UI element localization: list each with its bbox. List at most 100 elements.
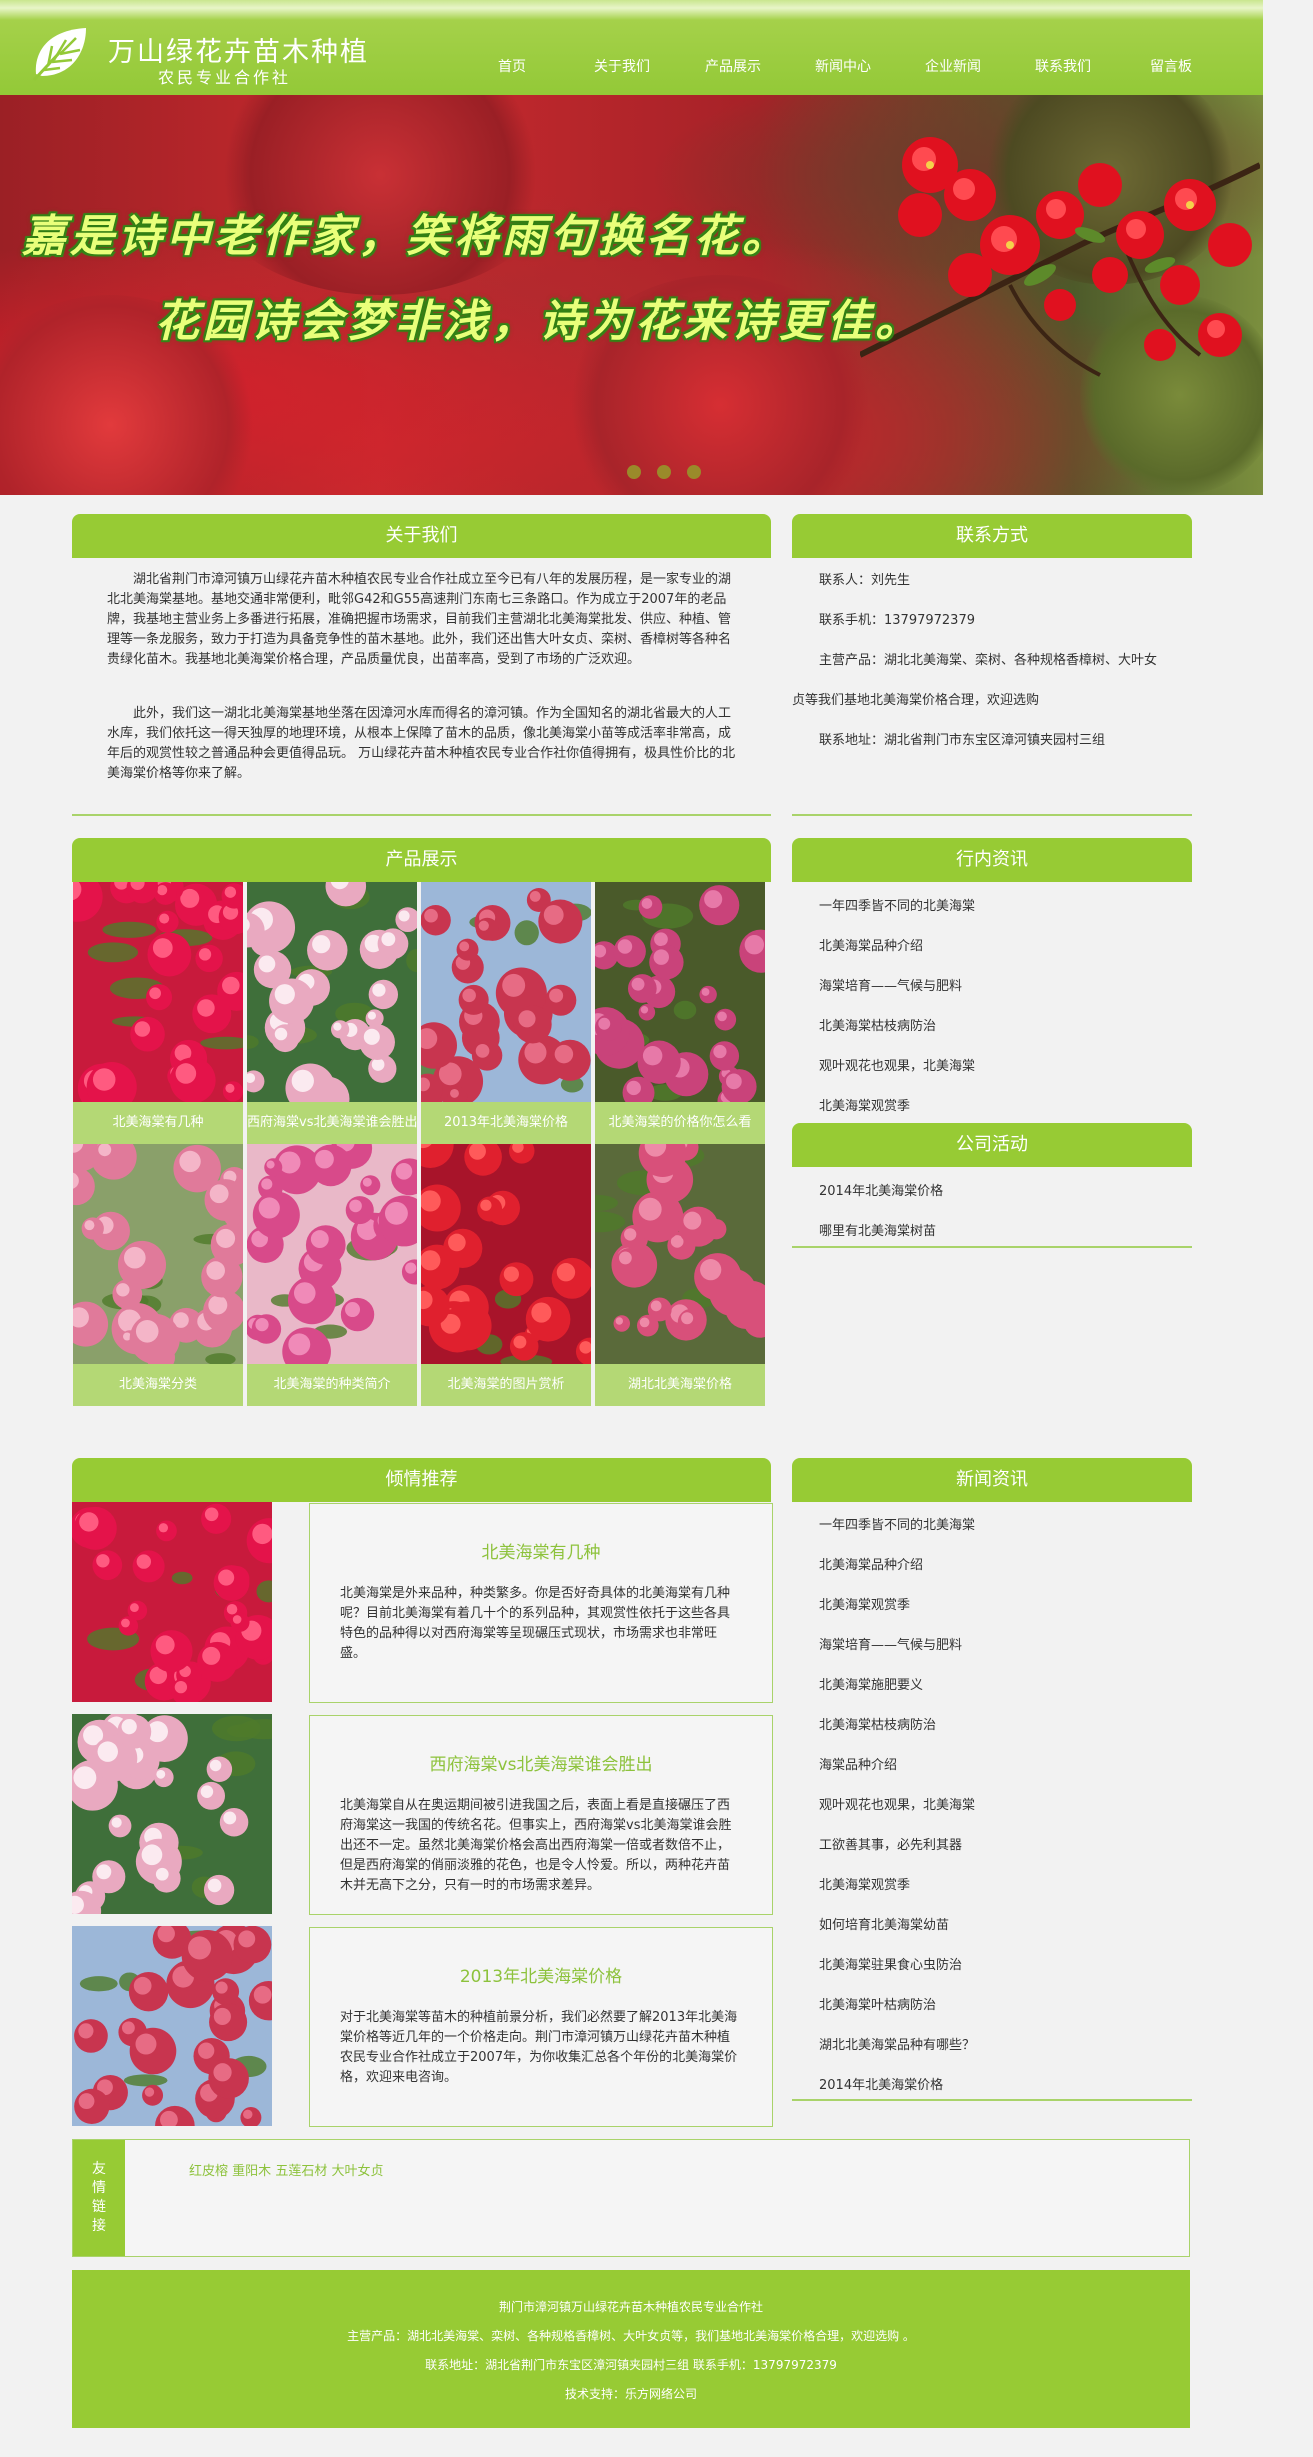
nav-news-center[interactable]: 新闻中心 bbox=[815, 56, 871, 76]
activities-item[interactable]: 哪里有北美海棠树苗 bbox=[819, 1220, 936, 1239]
news-item[interactable]: 湖北北美海棠品种有哪些？ bbox=[819, 2034, 975, 2053]
industry-item[interactable]: 北美海棠观赏季 bbox=[819, 1095, 910, 1114]
recommend-card: 北美海棠有几种北美海棠是外来品种，种类繁多。你是否好奇具体的北美海棠有几种呢？目… bbox=[309, 1503, 773, 1703]
product-caption[interactable]: 北美海棠的种类简介 bbox=[247, 1364, 417, 1406]
product-card[interactable]: 北美海棠的图片赏析 bbox=[421, 1144, 591, 1406]
news-item[interactable]: 一年四季皆不同的北美海棠 bbox=[819, 1514, 975, 1533]
leaf-logo-icon[interactable] bbox=[30, 24, 92, 82]
product-caption[interactable]: 北美海棠分类 bbox=[73, 1364, 243, 1406]
product-image[interactable] bbox=[595, 1144, 765, 1364]
site-header: 万山绿花卉苗木种植 农民专业合作社 首页 关于我们 产品展示 新闻中心 企业新闻… bbox=[0, 0, 1263, 95]
product-image[interactable] bbox=[247, 882, 417, 1102]
contact-phone[interactable]: 联系手机：13797972379 bbox=[819, 611, 975, 631]
recommend-card-desc: 对于北美海棠等苗木的种植前景分析，我们必然要了解2013年北美海棠价格等近几年的… bbox=[340, 2010, 738, 2085]
product-image[interactable] bbox=[595, 882, 765, 1102]
about-title: 关于我们 bbox=[72, 514, 771, 558]
contact-person: 联系人：刘先生 bbox=[819, 573, 911, 588]
product-caption[interactable]: 西府海棠vs北美海棠谁会胜出 bbox=[247, 1102, 417, 1144]
industry-item[interactable]: 一年四季皆不同的北美海棠 bbox=[819, 895, 975, 914]
product-caption[interactable]: 北美海棠的价格你怎么看 bbox=[595, 1102, 765, 1144]
footer-tech-support: 技术支持：乐方网络公司 bbox=[564, 2387, 697, 2401]
recommend-image[interactable] bbox=[72, 1714, 272, 1914]
industry-item[interactable]: 北美海棠品种介绍 bbox=[819, 935, 923, 954]
product-image[interactable] bbox=[73, 1144, 243, 1364]
news-item[interactable]: 北美海棠施肥要义 bbox=[819, 1674, 923, 1693]
footer-address: 联系地址：湖北省荆门市东宝区漳河镇夹园村三组 联系手机：13797972379 bbox=[425, 2358, 837, 2372]
divider bbox=[792, 1246, 1192, 1248]
activities-item[interactable]: 2014年北美海棠价格 bbox=[819, 1180, 943, 1199]
news-item[interactable]: 海棠品种介绍 bbox=[819, 1754, 897, 1773]
recommend-card-title[interactable]: 北美海棠有几种 bbox=[310, 1538, 772, 1563]
news-item[interactable]: 北美海棠驻果食心虫防治 bbox=[819, 1954, 962, 1973]
footer-products: 主营产品：湖北北美海棠、栾树、各种规格香樟树、大叶女贞等，我们基地北美海棠价格合… bbox=[347, 2329, 915, 2343]
news-item[interactable]: 2014年北美海棠价格 bbox=[819, 2074, 943, 2093]
news-item[interactable]: 北美海棠观赏季 bbox=[819, 1594, 910, 1613]
product-caption[interactable]: 2013年北美海棠价格 bbox=[421, 1102, 591, 1144]
industry-item[interactable]: 北美海棠枯枝病防治 bbox=[819, 1015, 936, 1034]
site-footer: 荆门市漳河镇万山绿花卉苗木种植农民专业合作社 主营产品：湖北北美海棠、栾树、各种… bbox=[72, 2270, 1190, 2428]
friend-links: 友情链接 红皮榕 重阳木 五莲石材 大叶女贞 bbox=[72, 2139, 1190, 2257]
product-image[interactable] bbox=[247, 1144, 417, 1364]
about-paragraph-2: 此外，我们这一湖北北美海棠基地坐落在因漳河水库而得名的漳河镇。作为全国知名的湖北… bbox=[107, 706, 736, 781]
product-card[interactable]: 西府海棠vs北美海棠谁会胜出 bbox=[247, 882, 417, 1144]
news-item[interactable]: 如何培育北美海棠幼苗 bbox=[819, 1914, 949, 1933]
slide-dot[interactable] bbox=[657, 465, 671, 479]
nav-about[interactable]: 关于我们 bbox=[594, 56, 650, 76]
product-card[interactable]: 湖北北美海棠价格 bbox=[595, 1144, 765, 1406]
product-caption[interactable]: 湖北北美海棠价格 bbox=[595, 1364, 765, 1406]
about-paragraph-1: 湖北省荆门市漳河镇万山绿花卉苗木种植农民专业合作社成立至今已有八年的发展历程，是… bbox=[107, 572, 732, 667]
friend-link[interactable]: 红皮榕 bbox=[189, 2164, 228, 2179]
friend-link[interactable]: 五莲石材 bbox=[275, 2164, 327, 2179]
news-item[interactable]: 北美海棠枯枝病防治 bbox=[819, 1714, 936, 1733]
divider bbox=[792, 2099, 1192, 2101]
industry-news-title: 行内资讯 bbox=[792, 838, 1192, 882]
news-item[interactable]: 观叶观花也观果，北美海棠 bbox=[819, 1794, 975, 1813]
product-card[interactable]: 2013年北美海棠价格 bbox=[421, 882, 591, 1144]
company-activities-title: 公司活动 bbox=[792, 1123, 1192, 1167]
friend-link[interactable]: 重阳木 bbox=[232, 2164, 271, 2179]
product-caption[interactable]: 北美海棠的图片赏析 bbox=[421, 1364, 591, 1406]
nav-home[interactable]: 首页 bbox=[498, 56, 526, 76]
news-item[interactable]: 工欲善其事，必先利其器 bbox=[819, 1834, 962, 1853]
product-card[interactable]: 北美海棠的价格你怎么看 bbox=[595, 882, 765, 1144]
recommend-card-desc: 北美海棠是外来品种，种类繁多。你是否好奇具体的北美海棠有几种呢？目前北美海棠有着… bbox=[340, 1586, 731, 1661]
recommend-card-desc: 北美海棠自从在奥运期间被引进我国之后，表面上看是直接碾压了西府海棠这一我国的传统… bbox=[340, 1798, 732, 1893]
product-image[interactable] bbox=[421, 882, 591, 1102]
products-title: 产品展示 bbox=[72, 838, 771, 882]
news-item[interactable]: 海棠培育——气候与肥料 bbox=[819, 1634, 962, 1653]
friend-links-row: 红皮榕 重阳木 五莲石材 大叶女贞 bbox=[189, 2160, 383, 2179]
slide-dot[interactable] bbox=[627, 465, 641, 479]
product-image[interactable] bbox=[421, 1144, 591, 1364]
product-image[interactable] bbox=[73, 882, 243, 1102]
recommend-card-title[interactable]: 2013年北美海棠价格 bbox=[310, 1962, 772, 1987]
news-item[interactable]: 北美海棠叶枯病防治 bbox=[819, 1994, 936, 2013]
divider bbox=[72, 814, 771, 816]
news-title: 新闻资讯 bbox=[792, 1458, 1192, 1502]
industry-item[interactable]: 海棠培育——气候与肥料 bbox=[819, 975, 962, 994]
nav-guestbook[interactable]: 留言板 bbox=[1150, 56, 1192, 76]
recommend-card-title[interactable]: 西府海棠vs北美海棠谁会胜出 bbox=[310, 1750, 772, 1775]
slide-dot[interactable] bbox=[687, 465, 701, 479]
product-card[interactable]: 北美海棠有几种 bbox=[73, 882, 243, 1144]
divider bbox=[792, 814, 1192, 816]
recommend-image[interactable] bbox=[72, 1502, 272, 1702]
product-caption[interactable]: 北美海棠有几种 bbox=[73, 1102, 243, 1144]
recommend-title: 倾情推荐 bbox=[72, 1458, 771, 1502]
friend-links-label: 友情链接 bbox=[73, 2140, 125, 2256]
contact-title: 联系方式 bbox=[792, 514, 1192, 558]
hero-banner[interactable]: 嘉是诗中老作家，笑将雨句换名花。 花园诗会梦非浅，诗为花来诗更佳。 bbox=[0, 95, 1263, 495]
nav-company-news[interactable]: 企业新闻 bbox=[925, 56, 981, 76]
nav-products[interactable]: 产品展示 bbox=[705, 56, 761, 76]
recommend-image[interactable] bbox=[72, 1926, 272, 2126]
product-card[interactable]: 北美海棠分类 bbox=[73, 1144, 243, 1406]
news-item[interactable]: 北美海棠品种介绍 bbox=[819, 1554, 923, 1573]
banner-poem-line-1: 嘉是诗中老作家，笑将雨句换名花。 bbox=[22, 211, 790, 262]
banner-poem-line-2: 花园诗会梦非浅，诗为花来诗更佳。 bbox=[155, 296, 923, 347]
site-subtitle: 农民专业合作社 bbox=[158, 68, 292, 87]
friend-link[interactable]: 大叶女贞 bbox=[331, 2164, 383, 2179]
nav-contact[interactable]: 联系我们 bbox=[1035, 56, 1091, 76]
contact-address: 联系地址：湖北省荆门市东宝区漳河镇夹园村三组 bbox=[819, 733, 1106, 748]
industry-item[interactable]: 观叶观花也观果，北美海棠 bbox=[819, 1055, 975, 1074]
product-card[interactable]: 北美海棠的种类简介 bbox=[247, 1144, 417, 1406]
news-item[interactable]: 北美海棠观赏季 bbox=[819, 1874, 910, 1893]
